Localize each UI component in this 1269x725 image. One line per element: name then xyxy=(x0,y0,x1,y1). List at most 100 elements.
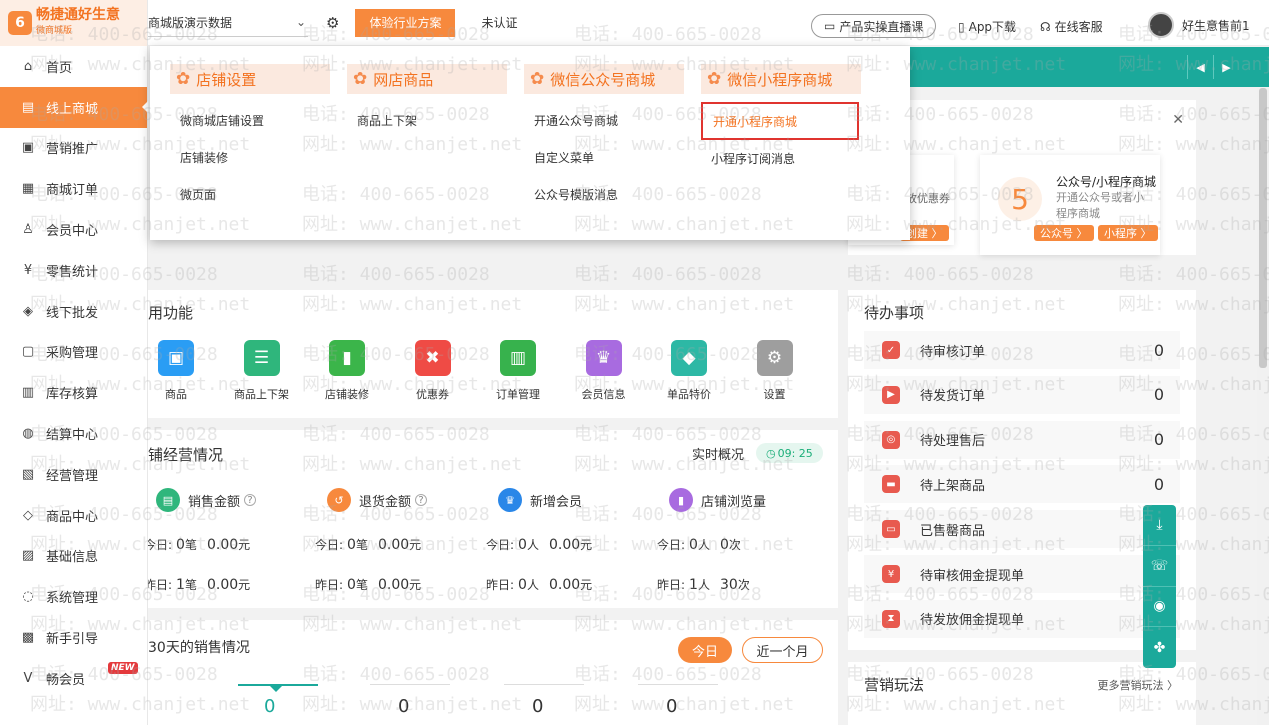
function-label: 商品上下架 xyxy=(234,388,289,401)
industry-solution-button[interactable]: 体验行业方案 xyxy=(355,8,456,37)
more-marketing-link[interactable]: 更多营销玩法 〉 xyxy=(1098,677,1179,693)
function-shortcut[interactable]: ▮ 店铺装修 xyxy=(312,340,382,402)
sidebar-item-label: 线下批发 xyxy=(46,305,99,321)
function-label: 单品特价 xyxy=(667,388,711,401)
arrow-right-icon[interactable]: ▶ xyxy=(1213,55,1239,79)
amount-unit: 元 xyxy=(409,578,422,592)
logo-text: 畅捷通好生意 xyxy=(36,7,120,23)
sidebar-item-10[interactable]: ▧ 经营管理 xyxy=(0,454,147,495)
scroll-thumb[interactable] xyxy=(1259,88,1267,368)
sidebar-item-3[interactable]: ▦ 商城订单 xyxy=(0,168,147,209)
todo-item[interactable]: ¥ 待审核佣金提现单 xyxy=(864,555,1180,593)
close-icon[interactable]: ✕ xyxy=(1172,112,1184,128)
todo-count: 0 xyxy=(1153,430,1164,450)
sidebar-item-8[interactable]: ▥ 库存核算 xyxy=(0,372,147,413)
todo-item[interactable]: ✓ 待审核订单 0 xyxy=(864,331,1180,369)
float-tool-icon[interactable]: ✤ xyxy=(1143,627,1176,668)
sidebar-item-13[interactable]: ◌ 系统管理 xyxy=(0,576,147,617)
menu-item[interactable]: 开通公众号商城 xyxy=(524,102,684,139)
menu-item[interactable]: 微页面 xyxy=(170,176,330,213)
sidebar-item-14[interactable]: ▩ 新手引导 xyxy=(0,617,147,658)
sidebar-item-0[interactable]: ⌂ 首页 xyxy=(0,46,147,87)
sidebar-item-label: 新手引导 xyxy=(46,632,99,648)
sidebar-item-7[interactable]: ▢ 采购管理 xyxy=(0,332,147,373)
menu-item[interactable]: 自定义菜单 xyxy=(524,139,684,176)
nav-icon: ¥ xyxy=(23,262,33,278)
menu-item[interactable]: 小程序订阅消息 xyxy=(701,140,861,177)
sidebar-item-label: 经营管理 xyxy=(46,468,99,484)
count-unit: 笔 xyxy=(355,578,368,592)
function-shortcut[interactable]: ☰ 商品上下架 xyxy=(227,340,297,402)
amount-unit: 次 xyxy=(728,538,741,552)
menu-item[interactable]: 公众号模版消息 xyxy=(524,176,684,213)
amount-value: 0 xyxy=(719,537,729,553)
menu-item[interactable]: 微商城店铺设置 xyxy=(170,102,330,139)
month-button[interactable]: 近一个月 xyxy=(742,637,823,663)
todo-icon: ▬ xyxy=(882,475,900,494)
step-number: 5 xyxy=(998,177,1042,221)
count-unit: 人 xyxy=(697,578,710,592)
sidebar-item-11[interactable]: ◇ 商品中心 xyxy=(0,495,147,536)
step-title: 公众号/小程序商城 xyxy=(1056,175,1157,189)
function-shortcut[interactable]: ◆ 单品特价 xyxy=(654,340,724,402)
function-shortcut[interactable]: ⚙ 设置 xyxy=(740,340,810,402)
function-shortcut[interactable]: ▥ 订单管理 xyxy=(483,340,553,402)
todo-item[interactable]: ⧗ 待发放佣金提现单 xyxy=(864,599,1180,638)
todo-item[interactable]: ◎ 待处理售后 0 xyxy=(864,420,1180,459)
amount-value: 0.00 xyxy=(377,577,410,593)
count-unit: 人 xyxy=(526,578,539,592)
amount-unit: 元 xyxy=(409,538,422,552)
app-download-link[interactable]: ▯ App下载 xyxy=(958,18,1016,35)
sidebar-item-4[interactable]: ♙ 会员中心 xyxy=(0,209,147,250)
help-icon[interactable]: ? xyxy=(244,494,257,506)
live-course-button[interactable]: ▭ 产品实操直播课 xyxy=(811,14,937,38)
float-tool-icon[interactable]: ⤓ xyxy=(1143,505,1176,546)
sidebar-item-2[interactable]: ▣ 营销推广 xyxy=(0,128,147,169)
scrollbar[interactable] xyxy=(1257,88,1269,725)
function-shortcut[interactable]: ♛ 会员信息 xyxy=(569,340,639,402)
gear-icon[interactable]: ⚙ xyxy=(326,14,339,32)
mp-chip[interactable]: 公众号 〉 xyxy=(1034,225,1094,241)
verify-status[interactable]: 未认证 xyxy=(481,14,517,31)
amount-value: 0.00 xyxy=(206,537,239,553)
sales-value: 0 xyxy=(398,696,410,717)
menu-column-0: ✿ 店铺设置 微商城店铺设置 店铺装修 微页面 xyxy=(170,64,330,213)
nav-icon: ⌂ xyxy=(23,58,33,74)
online-service-link[interactable]: ☊ 在线客服 xyxy=(1040,18,1103,35)
logo[interactable]: 6 畅捷通好生意 微商城版 xyxy=(0,0,147,46)
guide-step-4-desc: 放优惠券 xyxy=(906,192,950,205)
help-icon[interactable]: ? xyxy=(415,494,428,506)
sidebar-item-1[interactable]: ▤ 线上商城 xyxy=(0,86,148,128)
function-shortcut[interactable]: ▣ 商品 xyxy=(141,340,211,402)
sidebar-item-15[interactable]: V 畅会员 NEW xyxy=(0,658,147,699)
menu-item[interactable]: 商品上下架 xyxy=(347,102,507,139)
nav-icon: ▣ xyxy=(21,140,35,156)
app-download-label: App下载 xyxy=(968,20,1017,34)
todo-item[interactable]: ▬ 待上架商品 0 xyxy=(864,465,1180,504)
tab-divider xyxy=(370,684,450,685)
sidebar-item-12[interactable]: ▨ 基础信息 xyxy=(0,536,147,577)
todo-count: 0 xyxy=(1153,340,1164,360)
function-icon: ▣ xyxy=(158,340,194,376)
float-tool-icon[interactable]: ☏ xyxy=(1143,546,1176,587)
menu-item[interactable]: 开通小程序商城 xyxy=(701,102,859,140)
todo-count: 0 xyxy=(1153,385,1164,405)
menu-item[interactable]: 店铺装修 xyxy=(170,139,330,176)
arrow-left-icon[interactable]: ◀ xyxy=(1187,55,1213,79)
today-button[interactable]: 今日 xyxy=(678,637,732,663)
sidebar-item-5[interactable]: ¥ 零售统计 xyxy=(0,250,147,291)
todo-item[interactable]: ▭ 已售罄商品 xyxy=(864,510,1180,549)
menu-column-title: 微信小程序商城 xyxy=(727,70,833,89)
function-label: 店铺装修 xyxy=(325,388,369,401)
mini-program-chip[interactable]: 小程序 〉 xyxy=(1098,225,1158,241)
user-menu[interactable]: 好生意售前1 xyxy=(1148,12,1250,38)
sidebar-item-label: 商城订单 xyxy=(46,183,99,199)
guide-step-5[interactable]: 5 公众号/小程序商城 开通公众号或者小程序商城 公众号 〉 小程序 〉 xyxy=(980,155,1160,255)
store-select[interactable]: 商城版演示数据 ⌄ xyxy=(148,9,308,37)
username: 好生意售前1 xyxy=(1182,18,1250,33)
todo-item[interactable]: ▶ 待发货订单 0 xyxy=(864,375,1180,414)
sidebar-item-6[interactable]: ◈ 线下批发 xyxy=(0,291,147,332)
function-shortcut[interactable]: ✖ 优惠券 xyxy=(398,340,468,402)
float-tool-icon[interactable]: ◉ xyxy=(1143,587,1176,628)
sidebar-item-9[interactable]: ◍ 结算中心 xyxy=(0,413,147,454)
